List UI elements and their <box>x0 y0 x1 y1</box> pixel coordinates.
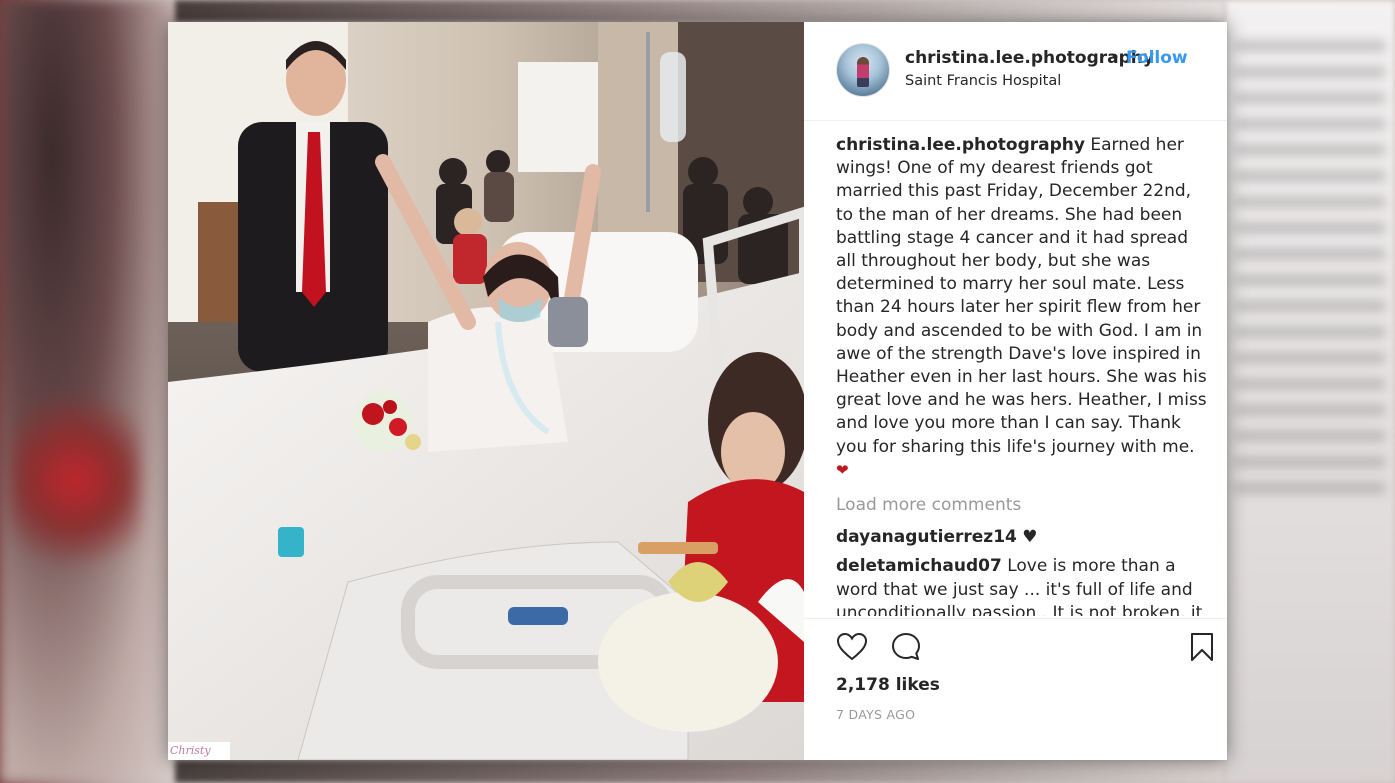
comment-button[interactable] <box>890 631 922 663</box>
black-heart-icon: ♥ <box>1022 527 1038 548</box>
caption-username[interactable]: christina.lee.photography <box>836 135 1085 155</box>
avatar-figure <box>857 57 869 87</box>
red-heart-icon: ❤ <box>836 460 849 479</box>
post-sidebar: christina.lee.photography • Follow Saint… <box>804 22 1227 760</box>
comment-item: dayanagutierrez14 ♥ <box>836 526 1208 549</box>
caption: christina.lee.photography Earned her win… <box>836 134 1208 482</box>
post-header: christina.lee.photography • Follow Saint… <box>804 22 1227 121</box>
background-blur-top <box>175 0 1225 22</box>
post-photo[interactable]: Christy <box>168 22 804 760</box>
comment-username[interactable]: deletamichaud07 <box>836 556 1002 576</box>
follow-button[interactable]: Follow <box>1126 48 1188 68</box>
background-blur-text <box>1235 40 1385 500</box>
post-timestamp: 7 DAYS AGO <box>836 707 916 722</box>
instagram-post-card: Christy christina.lee.photography • Foll… <box>168 22 1227 760</box>
heart-outline-icon <box>836 632 868 661</box>
avatar[interactable] <box>836 43 890 97</box>
background-blur-bottom <box>175 760 1225 783</box>
caption-text: Earned her wings! One of my dearest frie… <box>836 135 1207 457</box>
comment-item: deletamichaud07 Love is more than a word… <box>836 555 1208 616</box>
like-button[interactable] <box>836 631 868 663</box>
separator-dot: • <box>1110 48 1121 68</box>
post-actions: 2,178 likes 7 DAYS AGO <box>804 618 1227 761</box>
save-button[interactable] <box>1186 631 1218 663</box>
bookmark-icon <box>1191 633 1213 661</box>
comments-section[interactable]: christina.lee.photography Earned her win… <box>836 134 1208 616</box>
load-more-comments-link[interactable]: Load more comments <box>836 494 1208 517</box>
comment-bubble-icon <box>892 633 920 660</box>
likes-count[interactable]: 2,178 likes <box>836 675 940 695</box>
comment-username[interactable]: dayanagutierrez14 <box>836 527 1017 547</box>
background-blur-red-dress <box>10 380 140 580</box>
wedding-photo-illustration <box>168 22 804 760</box>
location-link[interactable]: Saint Francis Hospital <box>905 73 1061 89</box>
photo-watermark: Christy <box>168 742 230 760</box>
